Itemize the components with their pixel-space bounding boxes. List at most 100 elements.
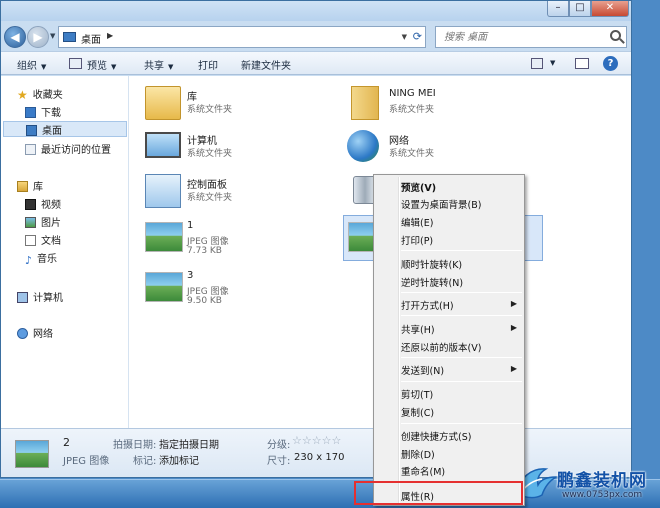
- organize-menu[interactable]: 组织 ▼: [17, 57, 46, 72]
- title-bar[interactable]: – □ ✕: [1, 1, 631, 21]
- file-type: 系统文件夹: [389, 149, 435, 159]
- video-icon: [25, 199, 36, 210]
- file-name: 计算机: [187, 136, 217, 147]
- sidebar-item-computer[interactable]: 计算机: [17, 289, 63, 305]
- menu-separator: [401, 381, 522, 382]
- organize-label: 组织: [17, 61, 37, 72]
- navigation-bar: ◀ ▶ ▼ 桌面 ▶ ▼ ⟳: [1, 23, 631, 51]
- sidebar-item-recent[interactable]: 最近访问的位置: [25, 141, 111, 157]
- menu-item-rename[interactable]: 重命名(M): [401, 464, 445, 478]
- menu-item-preview[interactable]: 预览(V): [401, 180, 436, 194]
- star-icon: ★: [17, 88, 28, 102]
- sidebar-item-documents[interactable]: 文档: [25, 232, 61, 248]
- search-box[interactable]: [435, 26, 627, 48]
- search-input[interactable]: [442, 28, 602, 46]
- menu-item-restore-previous-versions[interactable]: 还原以前的版本(V): [401, 340, 481, 354]
- control-panel-icon: [145, 174, 181, 208]
- menu-item-print[interactable]: 打印(P): [401, 233, 433, 247]
- file-item[interactable]: 计算机 系统文件夹: [145, 126, 305, 166]
- rating-stars[interactable]: ☆☆☆☆☆: [292, 434, 341, 447]
- sidebar-label: 视频: [41, 200, 61, 211]
- address-bar[interactable]: 桌面 ▶ ▼ ⟳: [58, 26, 426, 48]
- recent-places-icon: [25, 144, 36, 155]
- file-size: 7.73 KB: [187, 246, 222, 256]
- menu-item-copy[interactable]: 复制(C): [401, 405, 434, 419]
- address-dropdown-icon[interactable]: ▼: [402, 33, 407, 41]
- sidebar-label: 下载: [41, 108, 61, 119]
- menu-item-create-shortcut[interactable]: 创建快捷方式(S): [401, 429, 471, 443]
- preview-menu[interactable]: 预览 ▼: [87, 57, 116, 72]
- sidebar-item-videos[interactable]: 视频: [25, 196, 61, 212]
- sidebar-item-music[interactable]: ♪ 音乐: [25, 250, 58, 267]
- file-type: 系统文件夹: [187, 105, 233, 115]
- file-item[interactable]: NING MEI 系统文件夹: [347, 82, 507, 122]
- menu-item-edit[interactable]: 编辑(E): [401, 215, 433, 229]
- menu-item-share[interactable]: 共享(H): [401, 322, 435, 336]
- view-dropdown-icon[interactable]: ▼: [550, 59, 555, 67]
- forward-arrow-icon: ▶: [33, 30, 43, 44]
- file-item[interactable]: 3 JPEG 图像 9.50 KB: [145, 264, 305, 306]
- share-menu[interactable]: 共享 ▼: [144, 57, 173, 72]
- dimensions-value: 230 x 170: [294, 452, 345, 463]
- file-name: 库: [187, 92, 197, 103]
- view-options-icon[interactable]: [531, 58, 543, 69]
- minimize-button[interactable]: –: [547, 1, 569, 17]
- chevron-down-icon: ▼: [41, 63, 47, 71]
- recent-pages-dropdown[interactable]: ▼: [50, 32, 55, 40]
- preview-icon: [69, 58, 82, 69]
- breadcrumb-chevron-icon[interactable]: ▶: [107, 31, 113, 40]
- menu-item-rotate-clockwise[interactable]: 顺时针旋转(K): [401, 257, 462, 271]
- menu-item-cut[interactable]: 剪切(T): [401, 387, 433, 401]
- share-label: 共享: [144, 61, 164, 72]
- command-bar: 组织 ▼ 预览 ▼ 共享 ▼ 打印 新建文件夹 ▼ ?: [1, 51, 631, 75]
- menu-separator: [401, 250, 522, 251]
- watermark-url: www.0753px.com: [562, 490, 643, 500]
- navigation-pane: ★ 收藏夹 下载 桌面 最近访问的位置 库 视频 图片 文档 ♪ 音乐 计算机 网络: [1, 76, 129, 428]
- preview-pane-icon[interactable]: [575, 58, 589, 69]
- library-folder-icon: [145, 86, 181, 120]
- search-icon[interactable]: [610, 30, 621, 41]
- music-icon: ♪: [25, 254, 33, 267]
- tags-value[interactable]: 添加标记: [159, 452, 199, 467]
- sidebar-label: 音乐: [37, 254, 58, 265]
- sidebar-item-downloads[interactable]: 下载: [25, 104, 61, 120]
- sidebar-item-pictures[interactable]: 图片: [25, 214, 61, 230]
- downloads-icon: [25, 107, 36, 118]
- date-taken-label: 拍摄日期:: [113, 440, 157, 451]
- watermark-site-name: 鹏鑫装机网: [557, 471, 647, 491]
- menu-item-open-with[interactable]: 打开方式(H): [401, 298, 454, 312]
- file-item[interactable]: 1 JPEG 图像 7.73 KB: [145, 214, 305, 256]
- sidebar-item-favorites[interactable]: ★ 收藏夹: [17, 86, 63, 102]
- chevron-down-icon: ▼: [168, 63, 174, 71]
- submenu-arrow-icon: ▶: [510, 364, 517, 373]
- menu-item-delete[interactable]: 删除(D): [401, 447, 435, 461]
- tags-label: 标记:: [133, 456, 157, 467]
- menu-item-set-desktop-background[interactable]: 设置为桌面背景(B): [401, 197, 481, 211]
- sidebar-label: 图片: [41, 218, 61, 229]
- sidebar-item-network[interactable]: 网络: [17, 325, 53, 341]
- sidebar-item-libraries[interactable]: 库: [17, 178, 43, 194]
- file-item[interactable]: 网络 系统文件夹: [347, 126, 507, 166]
- print-button[interactable]: 打印: [198, 57, 218, 72]
- desktop-icon: [26, 125, 37, 136]
- new-folder-button[interactable]: 新建文件夹: [241, 57, 291, 72]
- breadcrumb-desktop[interactable]: 桌面: [81, 31, 101, 46]
- forward-button[interactable]: ▶: [27, 26, 49, 48]
- submenu-arrow-icon: ▶: [510, 323, 517, 332]
- user-folder-icon: [351, 86, 379, 120]
- desktop-folder-icon: [63, 32, 76, 42]
- maximize-button[interactable]: □: [569, 1, 591, 17]
- help-icon[interactable]: ?: [603, 56, 618, 71]
- back-button[interactable]: ◀: [4, 26, 26, 48]
- close-button[interactable]: ✕: [591, 1, 629, 17]
- sidebar-item-desktop[interactable]: 桌面: [3, 121, 127, 137]
- picture-icon: [25, 217, 36, 228]
- image-thumbnail-icon: [15, 440, 49, 468]
- menu-item-rotate-counterclockwise[interactable]: 逆时针旋转(N): [401, 275, 463, 289]
- date-taken-value[interactable]: 指定拍摄日期: [159, 436, 219, 451]
- menu-item-send-to[interactable]: 发送到(N): [401, 363, 444, 377]
- file-item[interactable]: 控制面板 系统文件夹: [145, 170, 305, 210]
- refresh-icon[interactable]: ⟳: [413, 30, 422, 43]
- file-item[interactable]: 库 系统文件夹: [145, 82, 305, 122]
- sidebar-label: 桌面: [42, 126, 62, 137]
